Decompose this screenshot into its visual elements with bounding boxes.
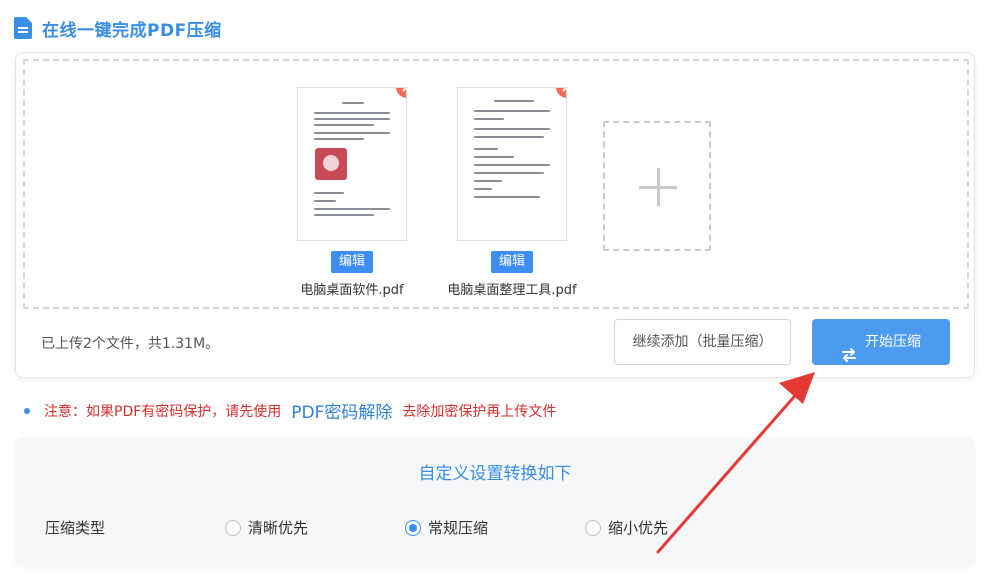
radio-label: 常规压缩 — [428, 519, 489, 537]
upload-card: × 编辑 电脑桌面软件.pdf — [15, 52, 975, 378]
radio-clarity-first[interactable]: 清晰优先 — [225, 517, 308, 539]
start-compress-button[interactable]: 开始压缩 — [812, 319, 950, 365]
radio-label: 缩小优先 — [608, 519, 669, 537]
radio-normal-compress[interactable]: 常规压缩 — [405, 517, 488, 539]
add-file-tile[interactable] — [603, 121, 711, 251]
file-name: 电脑桌面整理工具.pdf — [447, 283, 577, 298]
edit-button[interactable]: 编辑 — [491, 251, 533, 273]
compression-type-row: 压缩类型 清晰优先 常规压缩 缩小优先 — [45, 517, 975, 541]
compression-type-label: 压缩类型 — [45, 519, 106, 537]
remove-file-button[interactable]: × — [396, 88, 406, 98]
upload-status: 已上传2个文件，共1.31M。 — [41, 336, 220, 352]
drop-zone[interactable]: × 编辑 电脑桌面软件.pdf — [23, 59, 969, 309]
file-item: × 编辑 电脑桌面整理工具.pdf — [437, 87, 587, 298]
radio-label: 清晰优先 — [248, 519, 309, 537]
settings-panel: 自定义设置转换如下 压缩类型 清晰优先 常规压缩 缩小优先 — [15, 437, 975, 567]
page: 在线一键完成PDF压缩 × 编辑 — [0, 0, 997, 579]
remove-file-button[interactable]: × — [556, 88, 566, 98]
radio-circle — [405, 520, 421, 536]
continue-add-button[interactable]: 继续添加（批量压缩） — [614, 319, 791, 365]
file-thumbnail[interactable]: × — [457, 87, 567, 241]
start-compress-label: 开始压缩 — [865, 334, 921, 350]
radio-size-first[interactable]: 缩小优先 — [585, 517, 668, 539]
bullet-dot — [24, 407, 30, 414]
settings-title: 自定义设置转换如下 — [418, 464, 572, 484]
page-title: 在线一键完成PDF压缩 — [42, 20, 222, 41]
file-thumbnail[interactable]: × — [297, 87, 407, 241]
thumbnail-image — [315, 148, 347, 180]
radio-circle — [225, 520, 241, 536]
file-name: 电脑桌面软件.pdf — [300, 283, 404, 298]
edit-button[interactable]: 编辑 — [331, 251, 373, 273]
file-item: × 编辑 电脑桌面软件.pdf — [277, 87, 427, 298]
password-note: 注意：如果PDF有密码保护，请先使用 PDF密码解除 去除加密保护再上传文件 — [24, 398, 556, 423]
radio-circle — [585, 520, 601, 536]
document-icon — [14, 17, 32, 39]
note-suffix: 去除加密保护再上传文件 — [402, 403, 557, 420]
pdf-unlock-link[interactable]: PDF密码解除 — [291, 398, 392, 423]
note-prefix: 注意：如果PDF有密码保护，请先使用 — [44, 403, 282, 420]
swap-icon — [841, 335, 857, 362]
page-header: 在线一键完成PDF压缩 — [14, 14, 222, 42]
